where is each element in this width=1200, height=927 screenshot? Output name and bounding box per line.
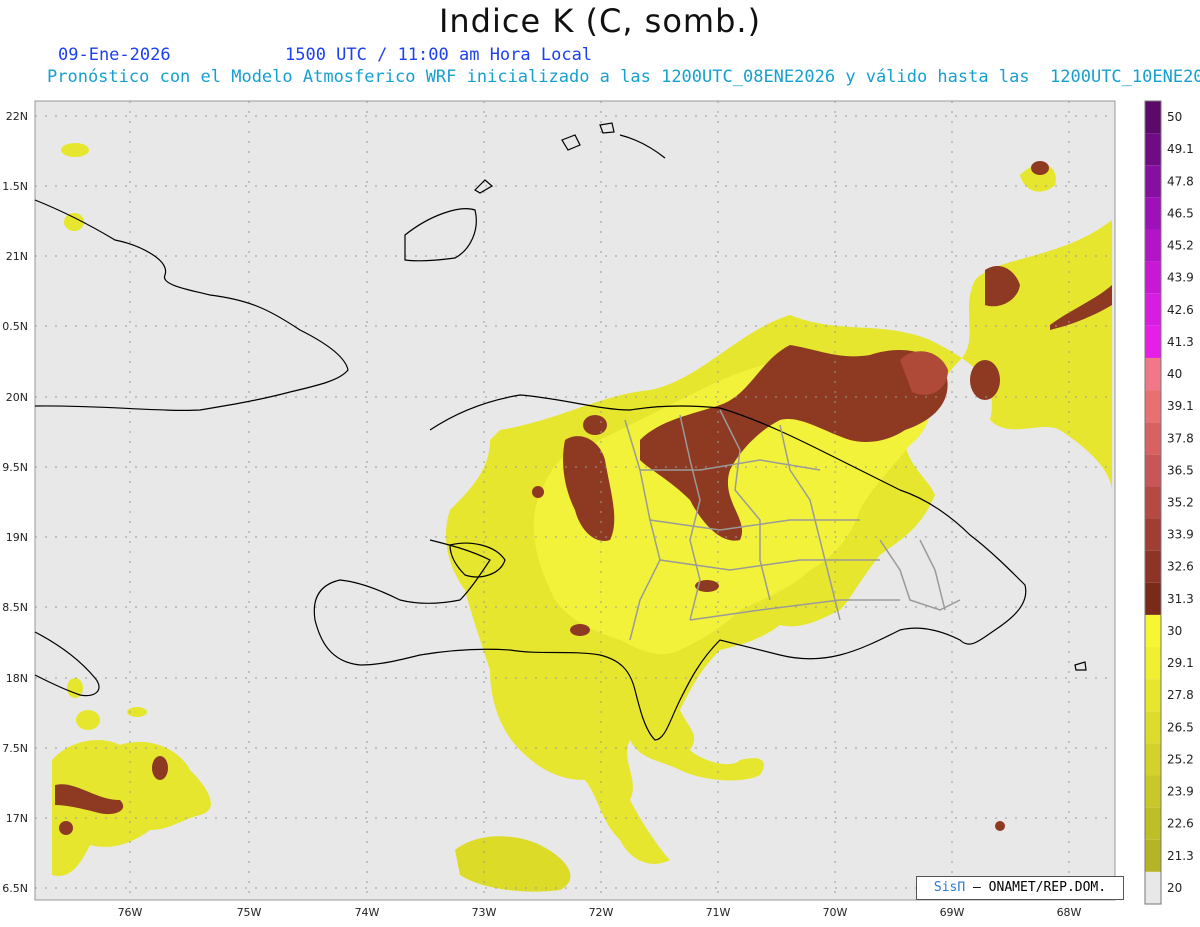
legend-swatch (1145, 550, 1161, 583)
legend-label: 45.2 (1167, 239, 1194, 253)
legend-label: 31.3 (1167, 592, 1194, 606)
legend-label: 33.9 (1167, 528, 1194, 542)
legend-swatch (1145, 165, 1161, 198)
lat-label: 9.5N (2, 461, 28, 474)
lat-label: 20N (6, 391, 28, 404)
lat-label: 17N (6, 812, 28, 825)
legend-label: 42.6 (1167, 303, 1194, 317)
legend-label: 35.2 (1167, 496, 1194, 510)
legend-label: 43.9 (1167, 271, 1194, 285)
legend-swatch (1145, 582, 1161, 615)
legend-swatch (1145, 679, 1161, 712)
lat-label: 7.5N (2, 742, 28, 755)
legend-swatch (1145, 711, 1161, 744)
legend-swatch (1145, 839, 1161, 872)
legend-swatch (1145, 357, 1161, 391)
legend-swatch (1145, 325, 1161, 358)
legend-label: 47.8 (1167, 174, 1194, 188)
legend-swatch (1145, 807, 1161, 840)
legend-label: 50 (1167, 110, 1182, 124)
lat-label: 19N (6, 531, 28, 544)
legend-label: 29.1 (1167, 656, 1194, 670)
legend-swatch (1145, 518, 1161, 551)
field-yellow-nw1 (61, 143, 89, 157)
legend-label: 25.2 (1167, 752, 1194, 766)
legend-label: 20 (1167, 881, 1182, 895)
field-dot-se (995, 821, 1005, 831)
lon-axis: 76W 75W 74W 73W 72W 71W 70W 69W 68W (118, 906, 1082, 919)
lon-label: 70W (823, 906, 848, 919)
field-high-sw3 (59, 821, 73, 835)
lat-label: 22N (6, 110, 28, 123)
lat-label: 18N (6, 672, 28, 685)
field-high-small5 (1031, 161, 1049, 175)
lat-label: 21N (6, 250, 28, 263)
legend-label: 30 (1167, 624, 1182, 638)
sispi-logo: SisΠ (933, 880, 966, 895)
legend-swatch (1145, 454, 1161, 487)
field-high-small1 (583, 415, 607, 435)
legend-label: 36.5 (1167, 463, 1194, 477)
legend-swatch (1145, 871, 1161, 904)
lon-label: 71W (706, 906, 731, 919)
field-high-small2 (570, 624, 590, 636)
lon-label: 75W (237, 906, 262, 919)
field-yellow-nw2 (64, 213, 84, 231)
lon-label: 73W (472, 906, 497, 919)
legend-label: 27.8 (1167, 688, 1194, 702)
credit-box: SisΠ – ONAMET/REP.DOM. (916, 876, 1124, 900)
legend-swatch (1145, 743, 1161, 776)
lon-label: 69W (940, 906, 965, 919)
legend-label: 49.1 (1167, 142, 1194, 156)
legend-swatch (1145, 486, 1161, 519)
field-high-e (970, 360, 1000, 400)
legend-swatch (1145, 775, 1161, 808)
lon-label: 68W (1057, 906, 1082, 919)
legend-label: 40 (1167, 367, 1182, 381)
lon-label: 76W (118, 906, 143, 919)
legend-label: 21.3 (1167, 849, 1194, 863)
legend-swatch (1145, 101, 1161, 134)
map-figure: 22N 1.5N 21N 0.5N 20N 9.5N 19N 8.5N 18N … (2, 100, 1194, 919)
legend-swatch (1145, 261, 1161, 294)
legend-swatch (1145, 647, 1161, 680)
legend-label: 32.6 (1167, 560, 1194, 574)
lat-label: 6.5N (2, 882, 28, 895)
legend-swatch (1145, 293, 1161, 326)
legend-swatch (1145, 614, 1161, 648)
lon-label: 74W (355, 906, 380, 919)
credit-text: – ONAMET/REP.DOM. (965, 880, 1107, 895)
legend-swatch (1145, 390, 1161, 423)
lat-label: 8.5N (2, 601, 28, 614)
legend-label: 41.3 (1167, 335, 1194, 349)
lon-label: 72W (589, 906, 614, 919)
legend-label: 22.6 (1167, 817, 1194, 831)
field-high-sw2 (152, 756, 168, 780)
legend-label: 23.9 (1167, 785, 1194, 799)
legend-label: 39.1 (1167, 399, 1194, 413)
legend-label: 37.8 (1167, 431, 1194, 445)
legend-label: 26.5 (1167, 720, 1194, 734)
legend-swatch (1145, 197, 1161, 230)
lat-label: 1.5N (2, 180, 28, 193)
legend-swatch (1145, 422, 1161, 455)
lat-axis: 22N 1.5N 21N 0.5N 20N 9.5N 19N 8.5N 18N … (2, 110, 28, 895)
color-legend: 50 49.1 47.8 46.5 45.2 43.9 42.6 41.3 40 39.1 37.8… (1144, 100, 1194, 905)
field-yellow-w2 (76, 710, 100, 730)
legend-label: 46.5 (1167, 206, 1194, 220)
legend-swatch (1145, 133, 1161, 166)
legend-swatch (1145, 229, 1161, 262)
lat-label: 0.5N (2, 320, 28, 333)
field-high-small4 (532, 486, 544, 498)
